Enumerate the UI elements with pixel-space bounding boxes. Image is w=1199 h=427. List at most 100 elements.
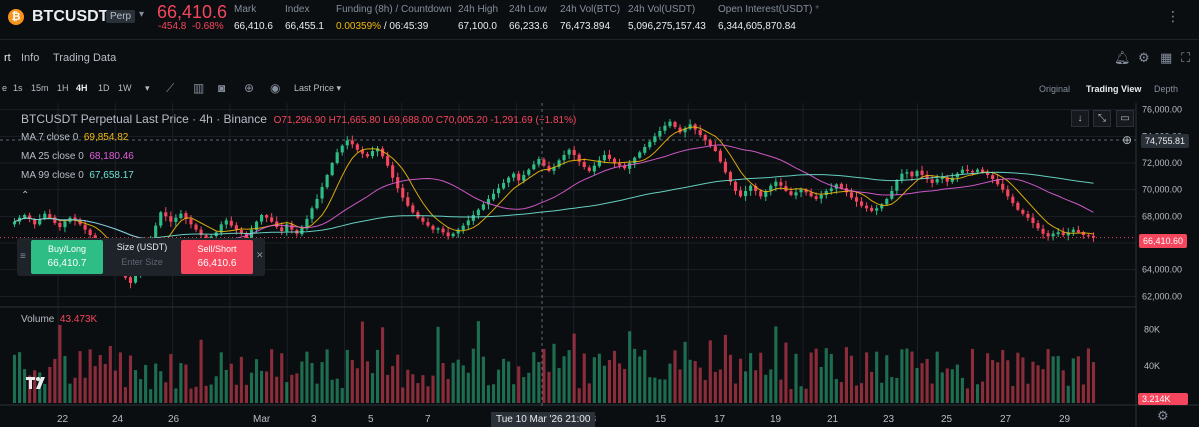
view-original[interactable]: Original [1039,84,1070,94]
volume-bar [396,354,400,403]
time-tick-label: 24 [112,414,124,425]
candle-body [870,207,874,211]
add-alert-plus-icon[interactable]: ⊕ [1122,133,1132,147]
chevron-down-icon[interactable]: ▾ [139,9,144,20]
candle-body [502,183,506,189]
indicator-icon[interactable]: ⟋ [166,81,174,96]
volume-bar [965,388,969,403]
candle-body [23,215,27,218]
view-trading-view[interactable]: Trading View [1086,84,1141,94]
volume-bar [975,384,980,403]
volume-bar [602,365,606,403]
candle-body [789,191,793,195]
candle-body [799,189,803,193]
stat-24h-low: 24h Low 66,233.6 [509,4,548,32]
tab-chart[interactable]: rt [4,52,11,64]
settings-icon[interactable]: ⚙ [1138,50,1150,66]
last-price-tag: 66,410.60 [1139,234,1188,248]
volume-bar [703,379,707,403]
interval-1h[interactable]: 1H [57,83,69,93]
bell-icon[interactable]: 🔔︎ [1114,50,1131,66]
candle-body [88,229,92,235]
candle-body [723,161,727,173]
volume-bar [839,382,843,403]
volume-bar [648,377,652,403]
volume-bar [254,359,259,403]
volume-bar [728,354,733,403]
volume-bar [184,364,188,403]
interval-4h[interactable]: 4H [76,83,88,93]
volume-bar [809,352,813,403]
volume-bar [340,387,344,403]
ma25-legend[interactable]: MA 25 close 0 68,180.46 [21,151,134,162]
close-icon[interactable]: ✕ [256,250,264,261]
volume-bar [668,363,672,403]
sell-short-button[interactable]: Sell/Short 66,410.6 [181,240,253,274]
interval-1d[interactable]: 1D [98,83,110,93]
interval-e[interactable]: e [2,83,7,93]
expand-icon[interactable]: ⛶ [1181,50,1190,66]
add-icon[interactable]: ⊕ [244,81,254,95]
tab-trading-data[interactable]: Trading Data [53,52,116,64]
volume-bar [310,362,314,403]
volume-bar [113,370,117,403]
volume-bar [779,379,783,403]
candle-body [779,182,783,186]
volume-bar [597,353,601,403]
fullscreen-icon[interactable]: ▭ [1116,110,1134,127]
candle-body [658,131,662,137]
volume-bar [804,388,808,403]
volume-bar [905,348,909,403]
candle-body [991,175,995,179]
volume-bar [1016,352,1020,403]
size-input[interactable] [109,257,175,267]
symbol-name[interactable]: BTCUSDT [32,8,108,26]
candle-body [905,172,909,174]
volume-bar [1091,362,1096,403]
ma7-legend[interactable]: MA 7 close 0 69,854.82 [21,132,128,143]
volume-bar [799,386,803,403]
candle-body [33,219,37,225]
collapse-legend-chevron-up-icon[interactable]: ⌃ [21,190,29,201]
interval-1w[interactable]: 1W [118,83,132,93]
cursor-price-tag: 74,755.81 [1141,134,1190,148]
price-chart[interactable]: 76,000.0074,000.0072,000.0070,000.0068,0… [0,103,1199,427]
volume-bar [1051,356,1055,403]
volume-bar [829,354,833,403]
interval-dropdown-chevron-icon[interactable]: ▾ [145,83,150,94]
candle-body [643,147,647,153]
tab-info[interactable]: Info [21,52,39,64]
layout-icon[interactable]: ▦ [1160,50,1172,66]
candle-body [159,212,163,226]
chart-settings-gear-icon[interactable]: ⚙ [1157,408,1169,424]
volume-bar [950,369,954,403]
layout-grid-icon[interactable]: ▥ [193,81,204,95]
compress-icon[interactable]: ⤡ [1093,110,1111,127]
interval-1s[interactable]: 1s [13,83,23,93]
price-type-dropdown[interactable]: Last Price ▾ [294,83,341,94]
volume-last-tag-text: 3.214K [1142,394,1171,404]
target-icon[interactable]: ◉ [270,81,280,95]
volume-bar [133,370,138,403]
buy-long-button[interactable]: Buy/Long 66,410.7 [31,240,103,274]
candle-body [708,140,712,146]
volume-bar [658,379,662,403]
volume-bar [144,364,148,403]
download-icon[interactable]: ↓ [1071,110,1089,127]
interval-15m[interactable]: 15m [31,83,49,93]
volume-bar [1041,369,1045,403]
volume-bar [854,385,859,403]
drag-handle-icon[interactable]: ≡ [20,251,26,262]
candle-body [819,195,823,199]
camera-icon[interactable]: ◙ [218,81,225,95]
more-icon[interactable]: ⋮ [1166,8,1180,25]
view-depth[interactable]: Depth [1154,84,1178,94]
volume-bar [623,368,627,403]
volume-bar [406,369,410,403]
candle-body [164,212,168,217]
candle-body [885,199,889,205]
candle-body [386,156,390,166]
candle-body [335,152,339,164]
volume-bar [1006,360,1010,403]
ma99-legend[interactable]: MA 99 close 0 67,658.17 [21,170,134,181]
